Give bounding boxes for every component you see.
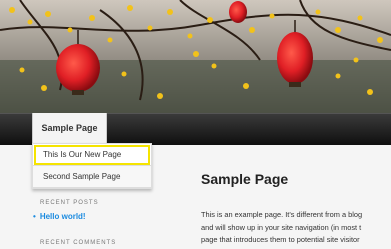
- nav-item-sample-page[interactable]: Sample Page: [32, 113, 107, 143]
- page-title: Sample Page: [201, 171, 289, 187]
- body-line: page that introduces them to potential s…: [201, 235, 360, 244]
- body-line: and will show up in your site navigation…: [201, 222, 362, 232]
- dropdown-item-second-sample-page[interactable]: Second Sample Page: [33, 166, 151, 188]
- header-image: [0, 0, 391, 113]
- bullet-icon: •: [33, 212, 36, 221]
- body-line: This is an example page. It's different …: [201, 210, 363, 219]
- recent-posts-heading: RECENT POSTS: [40, 200, 99, 206]
- dropdown-item-new-page[interactable]: This Is Our New Page: [33, 144, 151, 166]
- recent-post-link[interactable]: • Hello world!: [33, 212, 86, 221]
- nav-dropdown-menu: This Is Our New Page Second Sample Page: [32, 143, 152, 189]
- page-body: This is an example page. It's different …: [201, 209, 391, 247]
- recent-comments-heading: RECENT COMMENTS: [40, 240, 117, 246]
- recent-post-label[interactable]: Hello world!: [40, 212, 86, 221]
- lantern-blossom-photo: [0, 0, 391, 113]
